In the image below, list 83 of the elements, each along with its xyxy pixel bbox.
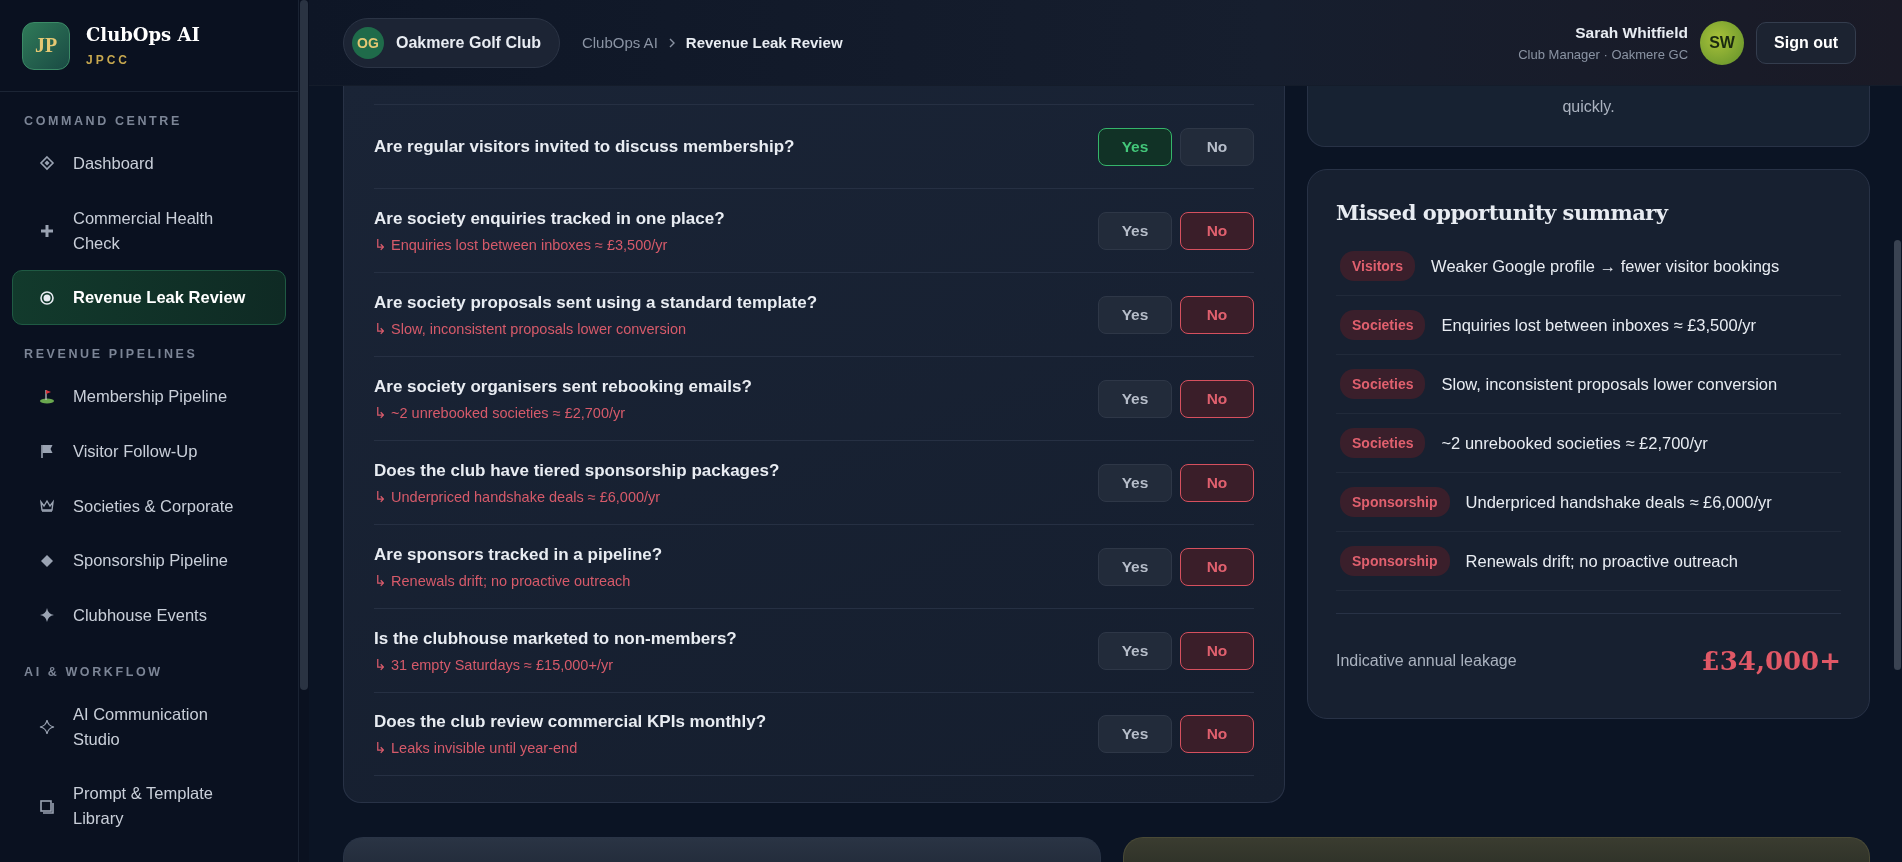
answer-option[interactable]: Yes [1098, 547, 1172, 586]
section-title: AI & WORKFLOW [23, 663, 164, 681]
answer-option[interactable]: Yes [1098, 463, 1172, 502]
golf-flag-icon [39, 388, 55, 405]
user-avatar[interactable]: SW [1700, 20, 1744, 65]
crown-icon [39, 497, 55, 514]
question-text: Are society organisers sent rebooking emails? [374, 376, 753, 397]
category-tag: Visitors [1340, 251, 1416, 281]
answer-option[interactable]: No [1180, 379, 1254, 418]
brand-name: ClubOps AI [86, 24, 200, 45]
target-icon [39, 289, 55, 306]
leak-note: ↳ ~2 unrebooked societies ≈ £2,700/yr [374, 404, 627, 421]
category-tag: Societies [1340, 428, 1426, 458]
answer-option[interactable]: Yes [1098, 295, 1172, 334]
brand-tagline: JPCC [86, 53, 131, 67]
total-label: Indicative annual leakage [1336, 652, 1517, 670]
sidebar-item[interactable]: Visitor Follow-Up [12, 423, 286, 479]
leak-note: ↳ 31 empty Saturdays ≈ £15,000+/yr [374, 656, 614, 673]
leak-note: ↳ Enquiries lost between inboxes ≈ £3,500/yr [374, 236, 669, 253]
answer-option[interactable]: No [1180, 715, 1254, 753]
leak-note: ↳ Underpriced handshake deals ≈ £6,000/yr [374, 488, 662, 505]
leak-note: ↳ Slow, inconsistent proposals lower conversion [374, 320, 687, 337]
question-text: Are society proposals sent using a standard template? [374, 292, 819, 313]
diamond-outline-icon [39, 155, 55, 172]
assessment-text: quickly. [1562, 98, 1615, 116]
user-name: Sarah Whitfield [1574, 23, 1688, 42]
sidebar-item[interactable]: Membership Pipeline [12, 369, 286, 424]
total-value: £34,000+ [1701, 646, 1841, 676]
sidebar-item[interactable]: AI Communication Studio [12, 686, 286, 767]
answer-option[interactable]: No [1180, 547, 1254, 586]
answer-option[interactable]: No [1180, 211, 1254, 250]
question-text: Is the clubhouse marketed to non-members? [374, 628, 738, 649]
answer-option[interactable]: Yes [1098, 379, 1172, 418]
club-avatar: OG [352, 26, 384, 59]
sidebar-item[interactable]: Dashboard [12, 136, 286, 191]
summary-text: Slow, inconsistent proposals lower conversion [1441, 374, 1778, 394]
category-tag: Sponsorship [1340, 546, 1450, 576]
answer-option[interactable]: Yes [1098, 211, 1172, 250]
sparkle-outline-icon [39, 718, 55, 735]
sidebar-item[interactable]: Commercial Health Check [12, 190, 286, 271]
square-icon [39, 798, 55, 814]
section-title: COMMAND CENTRE [23, 113, 183, 130]
sidebar-item[interactable]: Societies & Corporate [12, 478, 286, 534]
category-tag: Sponsorship [1340, 487, 1450, 517]
leak-note: ↳ Leaks invisible until year-end [374, 740, 579, 756]
flag-icon [39, 443, 55, 460]
question-text: Are regular visitors invited to discuss membership? [374, 136, 796, 157]
sign-out-button[interactable]: Sign out [1756, 21, 1856, 64]
answer-option[interactable]: No [1180, 127, 1254, 166]
summary-text: ~2 unrebooked societies ≈ £2,700/yr [1441, 433, 1708, 453]
category-tag: Societies [1340, 369, 1426, 399]
answer-option[interactable]: No [1180, 631, 1254, 670]
sidebar-item[interactable]: Revenue Leak Review [12, 270, 286, 325]
answer-option[interactable]: No [1180, 463, 1254, 502]
question-text: Does the club review commercial KPIs monthly? [374, 712, 768, 732]
summary-text: Weaker Google profile → fewer visitor bookings [1431, 256, 1780, 276]
leak-note: ↳ Renewals drift; no proactive outreach [374, 572, 632, 589]
question-text: Are society enquiries tracked in one place? [374, 208, 726, 229]
card-title: Missed opportunity summary [1336, 200, 1670, 225]
question-text: Does the club have tiered sponsorship packages? [374, 460, 781, 481]
answer-option[interactable]: Yes [1098, 715, 1172, 753]
plus-icon [39, 222, 55, 239]
breadcrumb-link[interactable]: Revenue Leak Review [685, 34, 843, 51]
category-tag: Societies [1340, 310, 1426, 340]
sidebar-item[interactable]: Sponsorship Pipeline [12, 533, 286, 588]
summary-text: Underpriced handshake deals ≈ £6,000/yr [1465, 492, 1772, 512]
logo: JP [22, 21, 70, 70]
section-title: REVENUE PIPELINES [23, 346, 199, 363]
club-selector[interactable]: OG Oakmere Golf Club [343, 17, 560, 68]
chevron-icon [667, 37, 676, 48]
user-role: Club Manager · Oakmere GC [1518, 46, 1688, 62]
summary-text: Enquiries lost between inboxes ≈ £3,500/yr [1441, 315, 1756, 335]
sidebar-item[interactable]: Clubhouse Events [12, 588, 286, 643]
answer-option[interactable]: Yes [1098, 127, 1172, 166]
scrollbar[interactable] [300, 0, 308, 690]
diamond-icon [39, 552, 55, 569]
answer-option[interactable]: Yes [1098, 631, 1172, 670]
summary-text: Renewals drift; no proactive outreach [1465, 551, 1738, 571]
breadcrumb-link[interactable]: ClubOps AI [581, 34, 658, 51]
question-text: Are sponsors tracked in a pipeline? [374, 544, 664, 565]
answer-option[interactable]: No [1180, 295, 1254, 334]
sidebar-item[interactable]: Prompt & Template Library [12, 766, 286, 846]
scrollbar[interactable] [1894, 240, 1901, 670]
